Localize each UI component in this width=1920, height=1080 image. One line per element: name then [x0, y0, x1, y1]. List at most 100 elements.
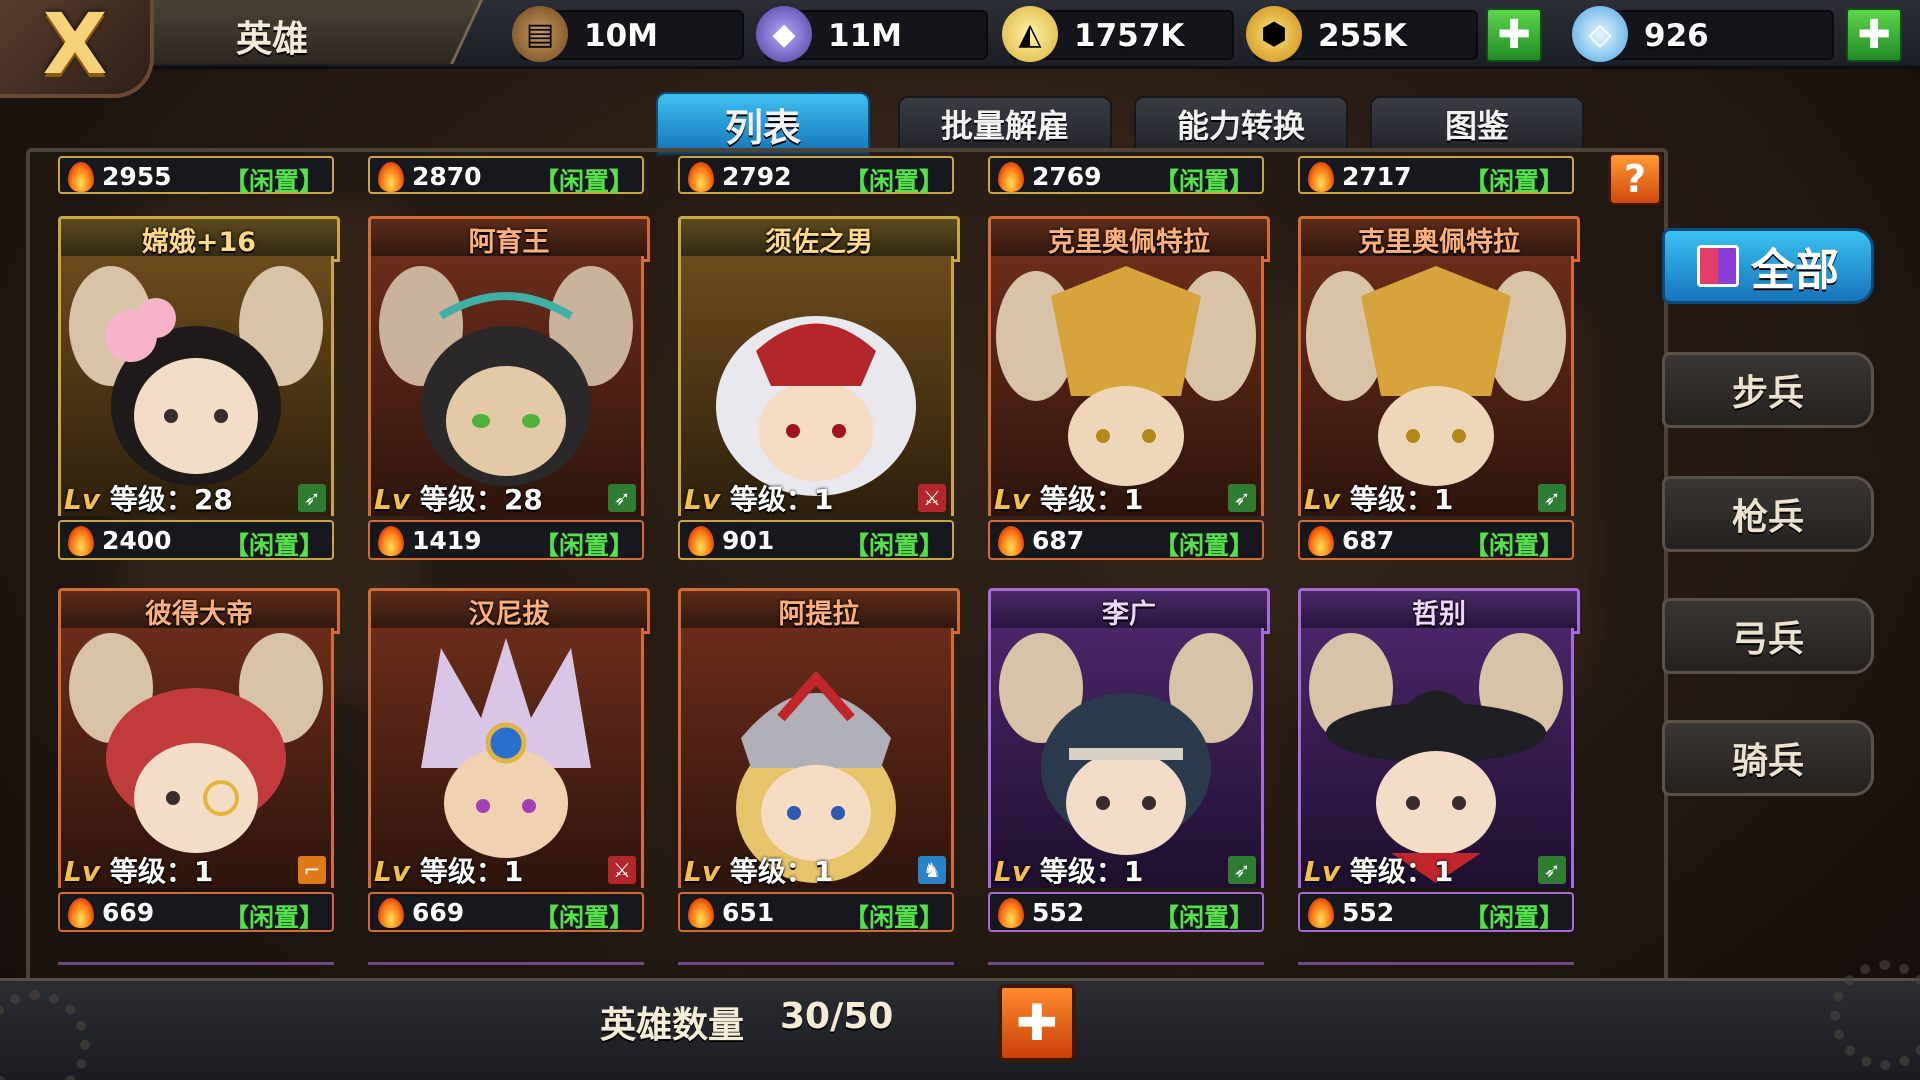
power-icon — [998, 162, 1024, 192]
tab-batch-dismiss[interactable]: 批量解雇 — [898, 96, 1112, 152]
hero-portrait-art — [736, 670, 896, 883]
hero-status: 【闲置】 — [1153, 903, 1254, 932]
lv-tag: Lv — [994, 855, 1031, 888]
hero-power: 1419 — [412, 526, 482, 555]
cavalry-icon: ♞ — [918, 856, 946, 884]
filter-all[interactable]: 全部 — [1662, 228, 1874, 304]
hero-card[interactable]: 彼得大帝 Lv 等级：1 ⌐ 669 【闲置】 — [58, 588, 340, 932]
hero-card-partial[interactable]: 2769 【闲置】 — [988, 156, 1264, 196]
page-title: 英雄 — [236, 19, 309, 60]
tab-collection[interactable]: 图鉴 — [1370, 96, 1584, 152]
resource-value: 10M — [584, 18, 658, 54]
hero-power: 2400 — [102, 526, 172, 555]
hero-card-partial[interactable]: 2870 【闲置】 — [368, 156, 644, 196]
level-text: 等级：1 — [729, 483, 834, 516]
hero-card[interactable]: 李广 Lv 等级：1 ➶ 552 【闲置】 — [988, 588, 1270, 932]
hero-status: 【闲置】 — [843, 903, 944, 932]
resource-diamond: ◇ 926 — [1572, 6, 1834, 62]
help-button[interactable]: ? — [1608, 152, 1662, 206]
hero-portrait-art — [379, 266, 633, 486]
hero-status: 【闲置】 — [533, 903, 634, 932]
filter-infantry[interactable]: 步兵 — [1662, 352, 1874, 428]
buy-diamond-button[interactable]: ✚ — [1846, 8, 1902, 62]
filter-spearman[interactable]: 枪兵 — [1662, 476, 1874, 552]
resource-cheese: ◭ 1757K — [1002, 6, 1234, 62]
resource-value: 255K — [1318, 18, 1407, 54]
diamond-icon: ◇ — [1572, 6, 1628, 62]
hero-portrait — [988, 628, 1264, 888]
hero-card[interactable]: 克里奥佩特拉 Lv 等级：1 ➶ 687 【闲置】 — [988, 216, 1270, 560]
hero-stat-bar: 669 【闲置】 — [58, 892, 334, 932]
power-icon — [68, 162, 94, 192]
help-icon: ? — [1623, 157, 1647, 201]
hero-portrait — [678, 256, 954, 516]
filter-archer[interactable]: 弓兵 — [1662, 598, 1874, 674]
hero-status: 【闲置】 — [1153, 531, 1254, 560]
hero-power: 2955 — [102, 162, 172, 191]
level-text: 等级：1 — [419, 855, 524, 888]
lv-tag: Lv — [1304, 483, 1341, 516]
power-icon — [68, 526, 94, 556]
hero-power: 687 — [1032, 526, 1085, 555]
hero-stat-bar: 669 【闲置】 — [368, 892, 644, 932]
level-text: 等级：1 — [109, 855, 214, 888]
filter-cavalry[interactable]: 骑兵 — [1662, 720, 1874, 796]
hero-portrait-art — [69, 633, 323, 853]
hero-portrait — [1298, 256, 1574, 516]
hero-card-partial[interactable]: 2955 【闲置】 — [58, 156, 334, 196]
lv-tag: Lv — [1304, 855, 1341, 888]
level-text: 等级：28 — [419, 483, 543, 516]
lv-tag: Lv — [64, 855, 101, 888]
lv-tag: Lv — [64, 483, 101, 516]
archer-icon: ➶ — [1228, 484, 1256, 512]
lv-tag: Lv — [684, 483, 721, 516]
hero-card-peek — [1298, 962, 1574, 975]
hero-power: 2769 — [1032, 162, 1102, 191]
hero-card[interactable]: 克里奥佩特拉 Lv 等级：1 ➶ 687 【闲置】 — [1298, 216, 1580, 560]
bottom-bar — [0, 978, 1920, 1080]
close-button[interactable]: X — [0, 0, 154, 98]
hero-card-partial[interactable]: 2792 【闲置】 — [678, 156, 954, 196]
level-text: 等级：1 — [1039, 483, 1144, 516]
level-text: 等级：1 — [1349, 483, 1454, 516]
hero-level: Lv 等级：1 — [684, 478, 833, 518]
gold-icon: ⬢ — [1246, 6, 1302, 62]
resource-value: 11M — [828, 18, 902, 54]
hero-card[interactable]: 阿提拉 Lv 等级：1 ♞ 651 【闲置】 — [678, 588, 960, 932]
close-icon: X — [42, 0, 108, 93]
power-icon — [1308, 526, 1334, 556]
hero-card[interactable]: 须佐之男 Lv 等级：1 ⚔ 901 【闲置】 — [678, 216, 960, 560]
hero-card-partial[interactable]: 2717 【闲置】 — [1298, 156, 1574, 196]
wood-icon: ▤ — [512, 6, 568, 62]
hero-level: Lv 等级：28 — [374, 478, 543, 518]
hero-power: 2792 — [722, 162, 792, 191]
buy-gold-button[interactable]: ✚ — [1486, 8, 1542, 62]
hero-portrait — [368, 628, 644, 888]
power-icon — [1308, 162, 1334, 192]
power-icon — [378, 898, 404, 928]
hero-card[interactable]: 汉尼拔 Lv 等级：1 ⚔ 669 【闲置】 — [368, 588, 650, 932]
hero-card[interactable]: 阿育王 Lv 等级：28 ➶ 1419 【闲置】 — [368, 216, 650, 560]
hero-card[interactable]: 哲别 Lv 等级：1 ➶ 552 【闲置】 — [1298, 588, 1580, 932]
hero-stat-bar: 687 【闲置】 — [988, 520, 1264, 560]
power-icon — [688, 898, 714, 928]
archer-icon: ➶ — [608, 484, 636, 512]
hero-level: Lv 等级：1 — [64, 850, 213, 890]
power-icon — [378, 162, 404, 192]
tab-ability-convert[interactable]: 能力转换 — [1134, 96, 1348, 152]
hero-portrait-art — [421, 638, 591, 858]
resource-wood: ▤ 10M — [512, 6, 744, 62]
hero-power: 2717 — [1342, 162, 1412, 191]
hero-status: 【闲置】 — [223, 531, 324, 560]
expand-capacity-button[interactable]: ✚ — [998, 984, 1076, 1062]
tab-list[interactable]: 列表 — [656, 92, 870, 156]
hero-card[interactable]: 嫦娥+16 Lv 等级：28 ➶ 2400 【闲置】 — [58, 216, 340, 560]
resource-value: 926 — [1644, 18, 1709, 54]
hero-status: 【闲置】 — [223, 903, 324, 932]
level-text: 等级：1 — [729, 855, 834, 888]
lv-tag: Lv — [684, 855, 721, 888]
power-icon — [688, 162, 714, 192]
hero-status: 【闲置】 — [843, 167, 944, 196]
hero-level: Lv 等级：1 — [1304, 478, 1453, 518]
hero-card-peek — [678, 962, 954, 975]
